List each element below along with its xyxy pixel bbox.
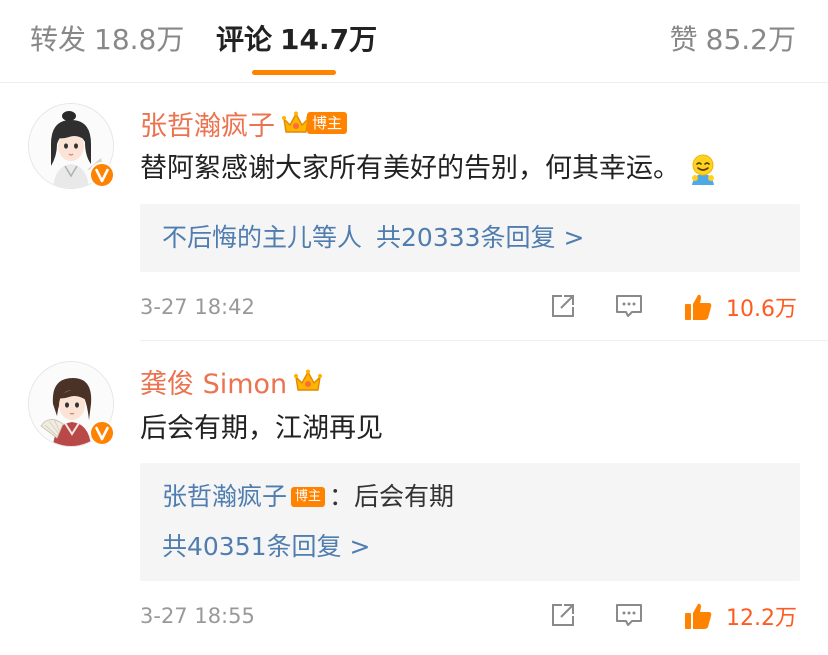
tab-repost[interactable]: 转发 18.8万 <box>30 20 184 60</box>
username[interactable]: 张哲瀚疯子 <box>140 104 275 143</box>
comment-text: 替阿絮感谢大家所有美好的告别，何其幸运。 <box>140 149 720 189</box>
like-button[interactable]: 12.2万 <box>682 598 797 634</box>
reply-summary-box[interactable]: 不后悔的主儿等人 共20333条回复 > <box>140 204 800 272</box>
avatar[interactable] <box>28 361 115 447</box>
thumbs-up-icon <box>685 294 712 320</box>
comment-header: 张哲瀚疯子 博主 <box>140 103 348 143</box>
share-icon[interactable] <box>548 291 578 321</box>
blogger-badge: 博主 <box>291 487 326 507</box>
comment-item: 张哲瀚疯子 博主 替阿絮感谢大家所有美好的告别，何其幸运。 不后悔的主儿等人 共… <box>0 83 828 340</box>
tab-repost-label: 转发 <box>30 23 87 56</box>
tab-likes-label: 赞 <box>669 23 698 56</box>
comment-tabs: 转发 18.8万 评论 14.7万 赞 85.2万 <box>0 0 828 83</box>
comment-text-body: 替阿絮感谢大家所有美好的告别，何其幸运。 <box>140 153 680 184</box>
like-button[interactable]: 10.6万 <box>682 289 797 325</box>
share-icon[interactable] <box>548 600 578 630</box>
comment-text: 后会有期，江湖再见 <box>140 409 383 449</box>
verified-badge-icon <box>89 420 115 446</box>
like-count: 10.6万 <box>726 297 797 322</box>
reply-summary[interactable]: 不后悔的主儿等人 共20333条回复 > <box>162 220 584 256</box>
tab-comments-count: 14.7万 <box>280 23 378 56</box>
reply-summary-box[interactable]: 张哲瀚疯子 博主 ：后会有期 共40351条回复 > <box>140 463 800 581</box>
smile-emoji-icon <box>692 154 714 185</box>
crown-icon <box>294 369 323 391</box>
tab-comments-label: 评论 <box>216 23 273 56</box>
like-count: 12.2万 <box>726 606 797 631</box>
reply-names[interactable]: 不后悔的主儿等人 <box>162 220 362 256</box>
comment-footer: 3-27 18:42 10.6万 <box>140 289 800 325</box>
comment-icon[interactable] <box>614 600 644 630</box>
active-tab-indicator <box>252 70 336 75</box>
tab-likes[interactable]: 赞 85.2万 <box>670 20 796 60</box>
blogger-badge: 博主 <box>307 112 348 134</box>
timestamp: 3-27 18:42 <box>140 295 255 319</box>
username[interactable]: 龚俊 Simon <box>140 362 287 401</box>
tab-comments[interactable]: 评论 14.7万 <box>216 20 377 60</box>
comment-text-body: 后会有期，江湖再见 <box>140 413 383 444</box>
avatar[interactable] <box>28 103 115 189</box>
comment-icon[interactable] <box>614 291 644 321</box>
tab-likes-count: 85.2万 <box>705 23 796 56</box>
thumbs-up-icon <box>685 603 712 629</box>
comment-footer: 3-27 18:55 12.2万 <box>140 598 800 634</box>
comment-header: 龚俊 Simon <box>140 361 323 401</box>
timestamp: 3-27 18:55 <box>140 604 255 628</box>
reply-total-link[interactable]: 共20333条回复 > <box>376 220 584 256</box>
tab-repost-count: 18.8万 <box>94 23 185 56</box>
reply-author[interactable]: 张哲瀚疯子 <box>162 479 287 515</box>
reply-text: ：后会有期 <box>329 482 455 511</box>
reply-total-link[interactable]: 共40351条回复 > <box>162 529 370 565</box>
verified-badge-icon <box>89 162 115 188</box>
reply-summary[interactable]: 共40351条回复 > <box>162 529 370 565</box>
first-reply[interactable]: 张哲瀚疯子 博主 ：后会有期 <box>162 479 454 515</box>
comment-item: 龚俊 Simon 后会有期，江湖再见 张哲瀚疯子 博主 ：后会有期 共40351… <box>0 341 828 655</box>
